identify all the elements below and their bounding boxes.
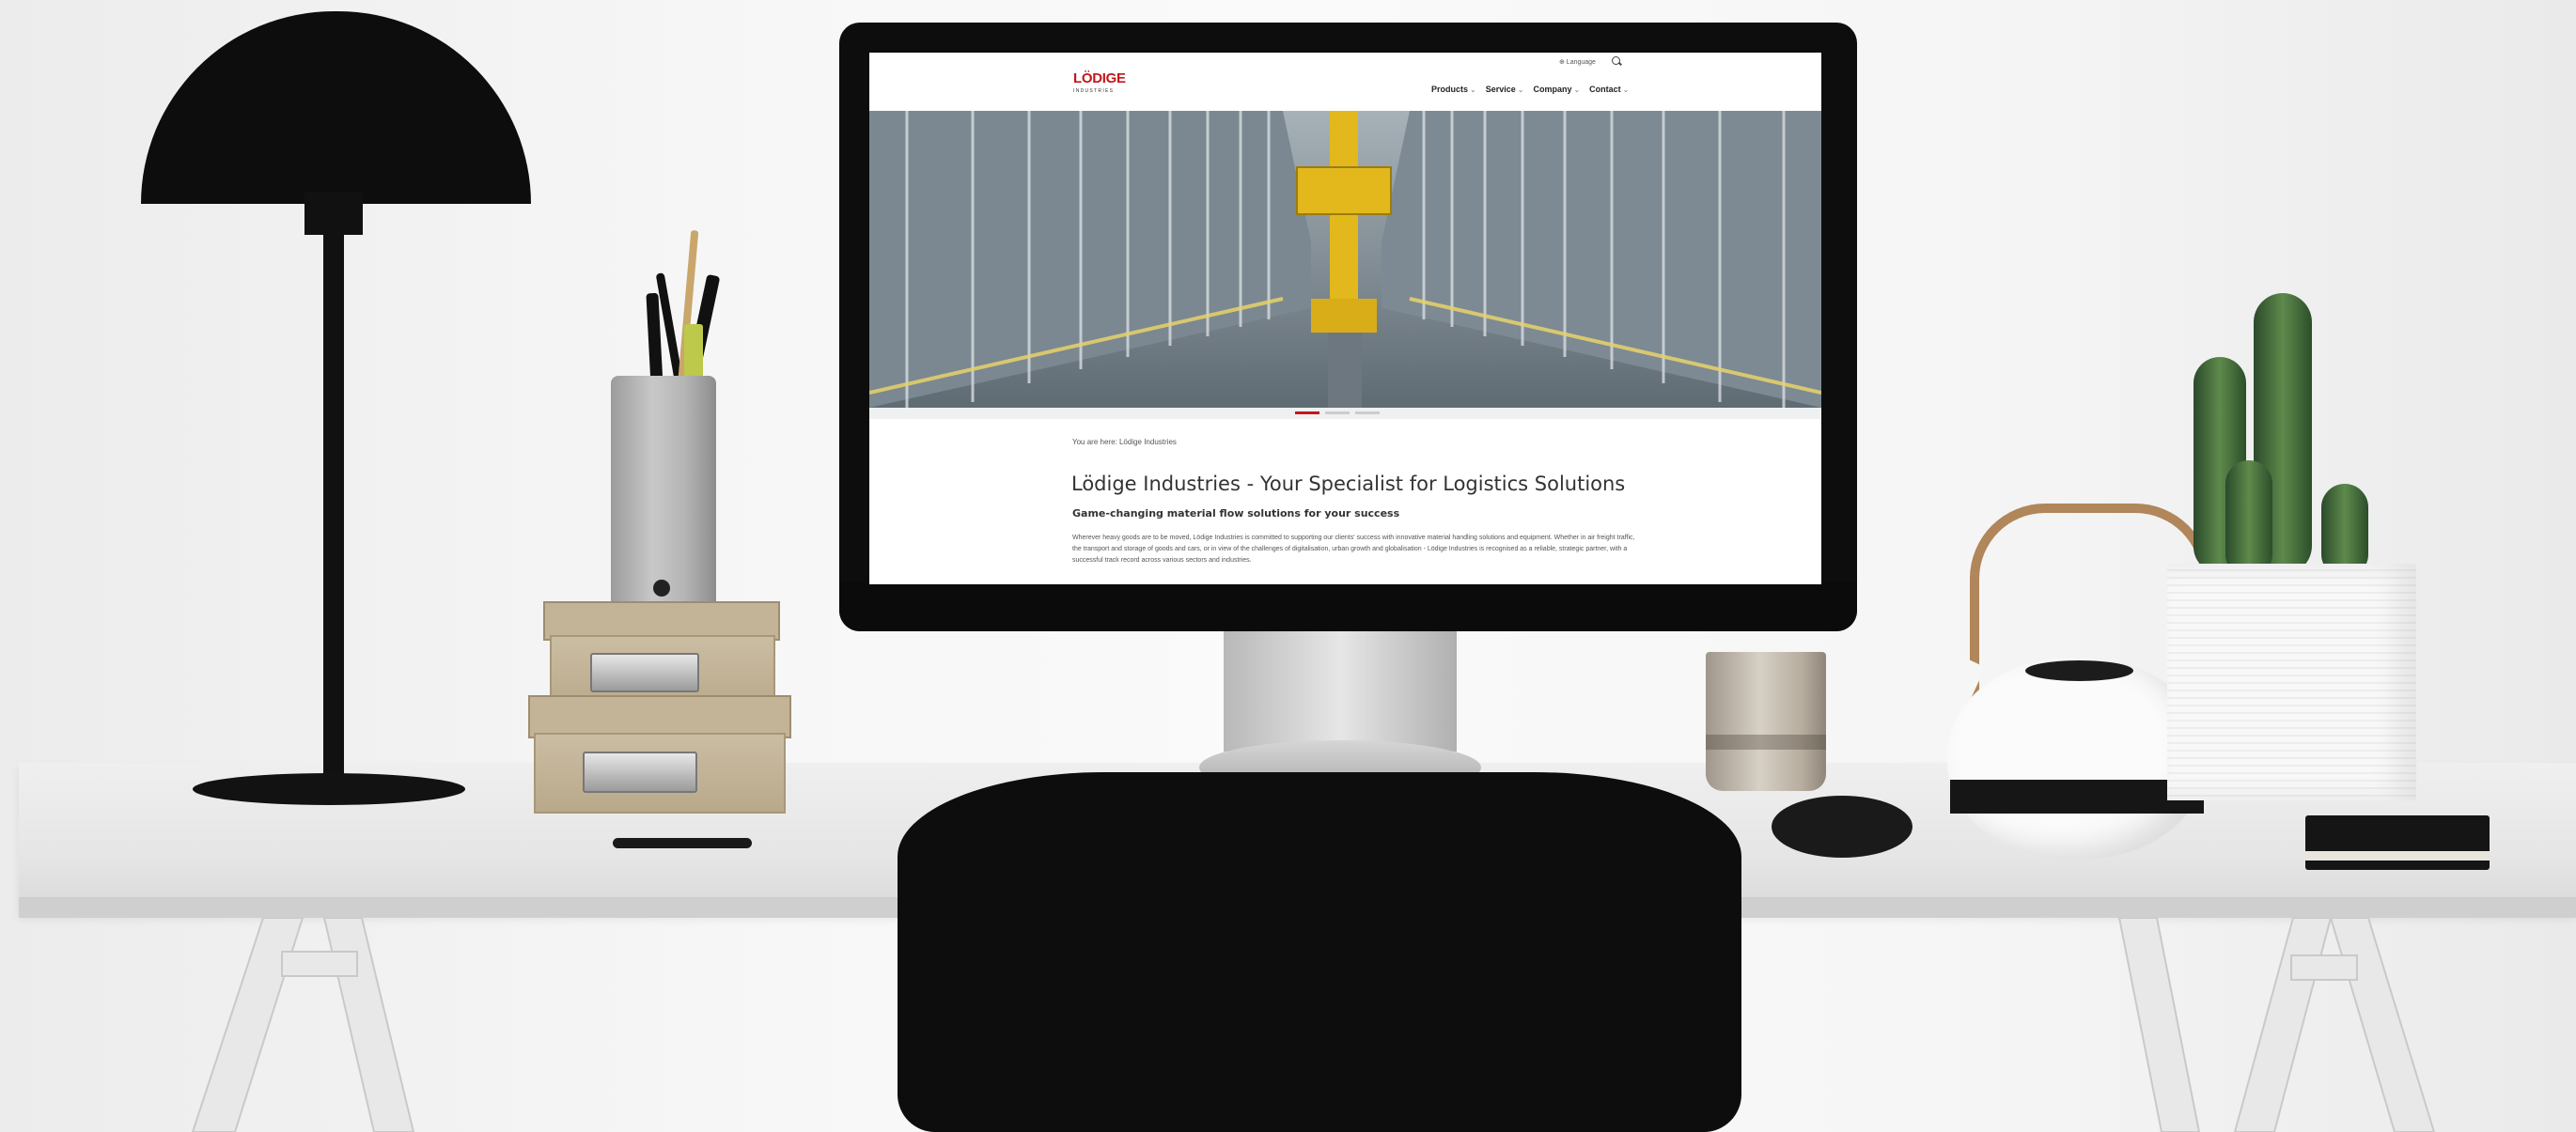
desk-lamp-neck — [304, 193, 363, 235]
monitor-stand-neck — [1224, 631, 1457, 752]
hero-slider-pagination — [869, 408, 1821, 419]
mug-glaze-band — [1706, 735, 1826, 750]
monitor-chin — [839, 582, 1857, 631]
monitor-screen: LÖDIGE INDUSTRIES ⊕ Language Products ⌄ S… — [869, 53, 1821, 584]
page-title: Lödige Industries - Your Specialist for … — [1071, 473, 1626, 495]
desk-lamp-shade — [141, 11, 531, 204]
ceramic-mug — [1706, 652, 1826, 791]
teapot-lid — [2025, 660, 2133, 681]
box-label-holder — [590, 653, 699, 692]
breadcrumb[interactable]: You are here: Lödige Industries — [1072, 438, 1177, 446]
logo-wordmark: LÖDIGE — [1073, 70, 1126, 86]
nav-contact[interactable]: Contact ⌄ — [1589, 85, 1629, 94]
notebook-pages — [2305, 851, 2490, 861]
chevron-down-icon: ⌄ — [1622, 85, 1630, 94]
main-nav: Products ⌄ Service ⌄ Company ⌄ Contact ⌄ — [1431, 85, 1629, 94]
nav-company[interactable]: Company ⌄ — [1533, 85, 1580, 94]
chevron-down-icon: ⌄ — [1517, 85, 1524, 94]
intro-paragraph: Wherever heavy goods are to be moved, Lö… — [1072, 535, 1635, 564]
chair-back — [898, 772, 1741, 1132]
plant-pot — [2167, 564, 2416, 800]
page-subtitle: Game-changing material flow solutions fo… — [1072, 507, 1400, 519]
search-icon[interactable] — [1612, 56, 1620, 65]
teapot-band — [1950, 780, 2204, 814]
slider-dot[interactable] — [1325, 411, 1350, 414]
desk-lamp-pole — [323, 230, 344, 784]
slider-dot[interactable] — [1355, 411, 1380, 414]
hero-warehouse-image — [869, 111, 1821, 408]
chevron-down-icon: ⌄ — [1573, 85, 1581, 94]
concrete-pencil-cup — [611, 376, 716, 611]
desk-lamp-base — [193, 773, 465, 805]
notebook — [2305, 815, 2490, 870]
warehouse-aisle-illustration — [869, 111, 1821, 408]
language-selector[interactable]: ⊕ Language — [1559, 58, 1596, 66]
chevron-down-icon: ⌄ — [1470, 85, 1476, 94]
site-header: LÖDIGE INDUSTRIES ⊕ Language Products ⌄ S… — [869, 53, 1821, 111]
pencil-cup-hole — [653, 580, 670, 597]
slider-dot-active[interactable] — [1295, 411, 1319, 414]
box-label-holder — [583, 752, 697, 793]
logo-subtitle: INDUSTRIES — [1073, 88, 1115, 94]
nav-products[interactable]: Products ⌄ — [1431, 85, 1476, 94]
lodige-logo[interactable]: LÖDIGE INDUSTRIES — [1073, 71, 1126, 98]
pen-on-desk — [613, 838, 752, 848]
nav-service[interactable]: Service ⌄ — [1486, 85, 1524, 94]
cactus-arm — [2225, 460, 2272, 578]
computer-mouse — [1772, 796, 1912, 858]
